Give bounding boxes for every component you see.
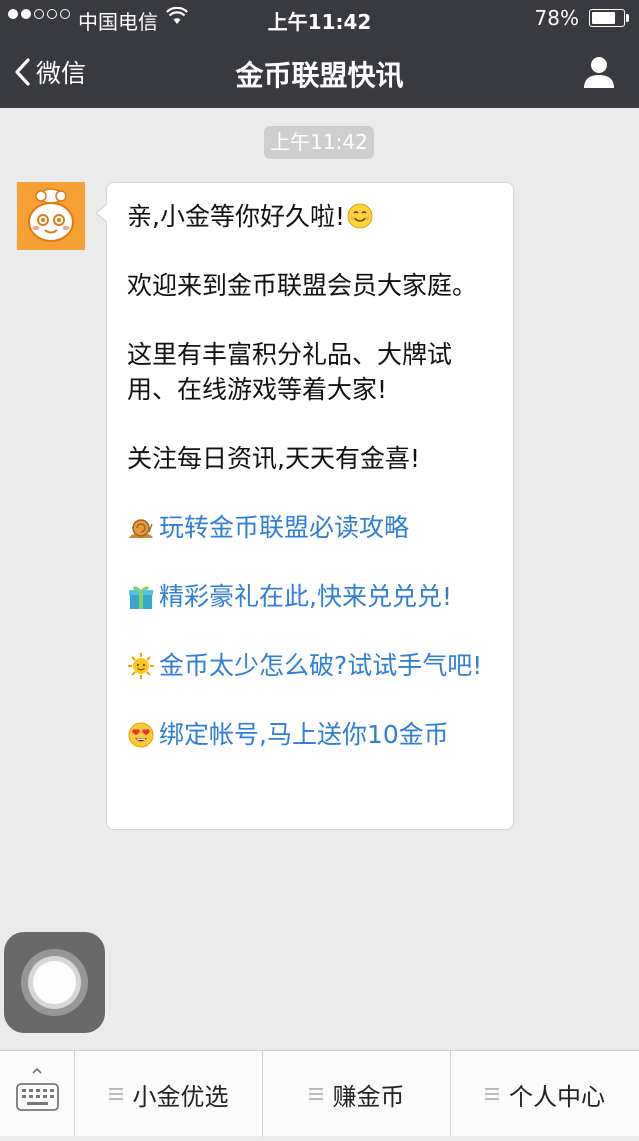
menu-item-earn-coins[interactable]: 赚金币 (263, 1051, 451, 1137)
bubble-tail-fill (97, 204, 108, 222)
assistive-touch-button[interactable] (4, 932, 105, 1033)
lucky-draw-link-text: 金币太少怎么破?试试手气吧! (159, 651, 483, 680)
menu-item-label: 小金优选 (132, 1082, 229, 1111)
bind-account-link[interactable]: 绑定帐号,马上送你10金币 (127, 717, 499, 752)
welcome-text: 欢迎来到金币联盟会员大家庭。 (127, 271, 478, 300)
battery-icon (589, 9, 629, 27)
page-title: 金币联盟快讯 (235, 59, 404, 92)
menu-lines-icon (308, 1088, 323, 1100)
heart-eyes-icon (128, 722, 154, 748)
greeting-text: 亲,小金等你好久啦! (127, 199, 499, 234)
intro-text: 这里有丰富积分礼品、大牌试用、在线游戏等着大家! (127, 340, 453, 404)
keyboard-icon (16, 1067, 59, 1111)
message-bubble: 亲,小金等你好久啦! 欢迎来到金币联盟会员大家庭。 这里有丰富积分礼品、大牌试用… (106, 182, 514, 830)
keyboard-toggle-button[interactable] (0, 1051, 75, 1137)
menu-item-xiaojin-picks[interactable]: 小金优选 (75, 1051, 263, 1137)
message-timestamp: 上午11:42 (264, 126, 374, 159)
smiling-face-icon (347, 203, 373, 229)
menu-item-personal-center[interactable]: 个人中心 (451, 1051, 639, 1137)
mascot-chef-icon (17, 182, 85, 250)
gift-icon (129, 586, 153, 609)
bottom-menu-bar: 小金优选 赚金币 个人中心 (0, 1050, 639, 1137)
snail-icon (129, 519, 153, 538)
menu-item-label: 赚金币 (332, 1082, 405, 1111)
status-bar: 中国电信 上午11:42 78% (0, 0, 639, 36)
menu-lines-icon (108, 1088, 123, 1100)
avatar[interactable] (17, 182, 85, 250)
guide-link-text: 玩转金币联盟必读攻略 (159, 513, 410, 542)
person-icon[interactable] (581, 54, 617, 90)
navigation-bar: 微信 金币联盟快讯 (0, 36, 639, 108)
lucky-draw-link[interactable]: 金币太少怎么破?试试手气吧! (127, 648, 499, 683)
follow-text: 关注每日资讯,天天有金喜! (127, 444, 420, 473)
guide-link[interactable]: 玩转金币联盟必读攻略 (127, 510, 499, 545)
menu-lines-icon (485, 1088, 499, 1100)
battery-percentage: 78% (534, 6, 579, 30)
sun-icon (128, 653, 154, 679)
gift-exchange-link-text: 精彩豪礼在此,快来兑兑兑! (159, 582, 452, 611)
bind-account-link-text: 绑定帐号,马上送你10金币 (159, 720, 449, 749)
menu-item-label: 个人中心 (509, 1082, 605, 1111)
gift-exchange-link[interactable]: 精彩豪礼在此,快来兑兑兑! (127, 579, 499, 614)
